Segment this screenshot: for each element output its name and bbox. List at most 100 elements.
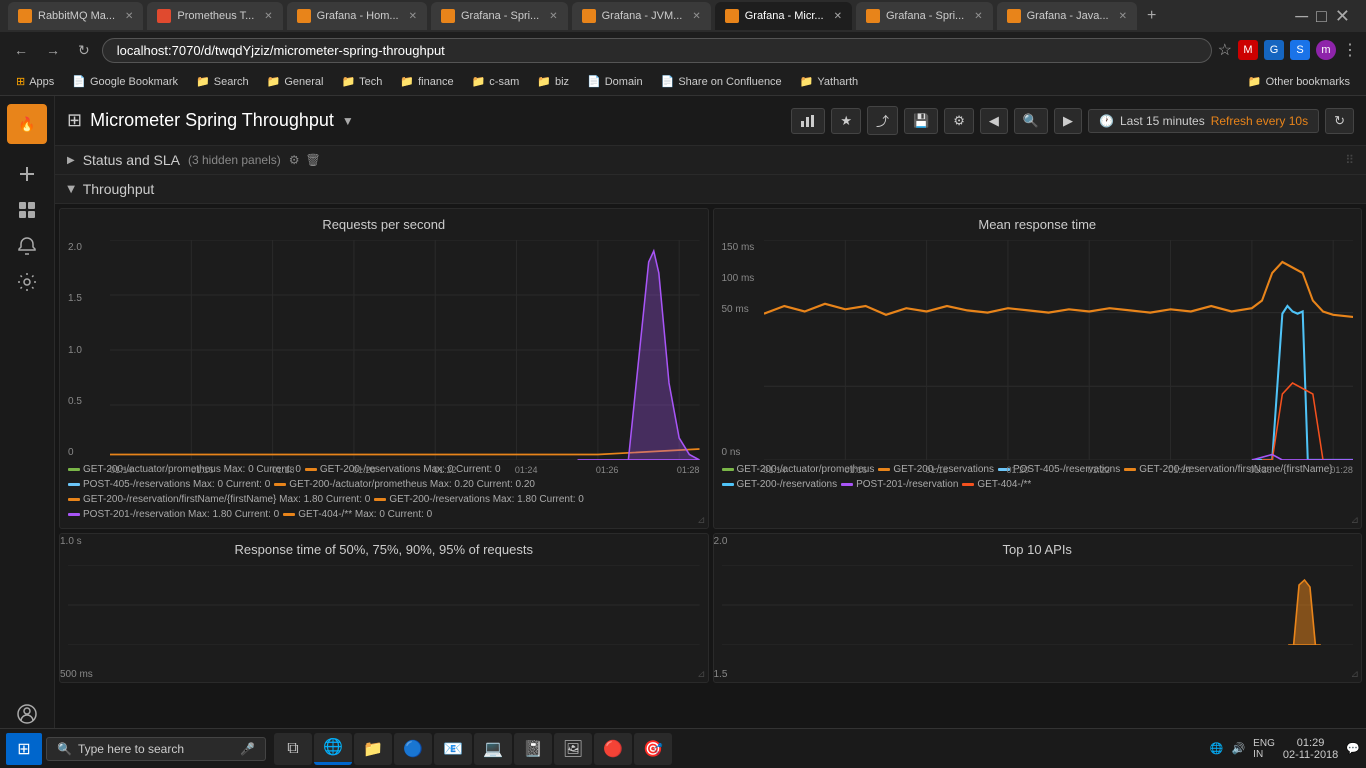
sidebar-item-settings[interactable] xyxy=(0,264,54,300)
tab-close-btn[interactable]: ✕ xyxy=(974,11,982,22)
ext-icon-1[interactable]: M xyxy=(1238,40,1258,60)
favorite-button[interactable]: ★ xyxy=(831,108,861,134)
taskbar-app-email[interactable]: 📧 xyxy=(434,733,472,765)
microphone-icon[interactable]: 🎤 xyxy=(240,742,255,756)
sidebar-item-dashboard[interactable] xyxy=(0,192,54,228)
ext-icon-3[interactable]: S xyxy=(1290,40,1310,60)
forward-button[interactable]: → xyxy=(40,40,66,60)
tab-label: Prometheus T... xyxy=(177,10,254,22)
bookmark-search[interactable]: 📁 Search xyxy=(188,73,257,90)
dashboard-dropdown-arrow[interactable]: ▼ xyxy=(342,114,354,128)
taskbar-app-app1[interactable]: 🔴 xyxy=(594,733,632,765)
share-button[interactable]: ⤴ xyxy=(867,106,898,135)
panel-resize-handle[interactable]: ⊿ xyxy=(1351,515,1359,526)
bookmark-csam[interactable]: 📁 c-sam xyxy=(464,73,528,90)
taskbar-app-photos[interactable]: 🖼 xyxy=(554,733,592,765)
chart-area-percentiles: 1.0 s 500 ms xyxy=(68,565,700,645)
new-tab-button[interactable]: + xyxy=(1141,7,1162,25)
sidebar-item-alerts[interactable] xyxy=(0,228,54,264)
taskbar-app-chrome[interactable]: 🔵 xyxy=(394,733,432,765)
tab-close-btn[interactable]: ✕ xyxy=(1119,11,1127,22)
bookmark-finance[interactable]: 📁 finance xyxy=(392,73,461,90)
star-icon[interactable]: ☆ xyxy=(1218,40,1232,60)
grafana-logo[interactable]: 🔥 xyxy=(7,104,47,144)
bookmark-google[interactable]: 📄 Google Bookmark xyxy=(64,73,186,90)
section-gear-icon[interactable]: ⚙ xyxy=(289,153,300,167)
tab-prometheus[interactable]: Prometheus T... ✕ xyxy=(147,2,282,30)
start-button[interactable]: ⊞ xyxy=(6,733,42,765)
next-time-button[interactable]: ▶ xyxy=(1054,108,1082,134)
tab-close-btn[interactable]: ✕ xyxy=(409,11,417,22)
sidebar-item-add[interactable] xyxy=(0,156,54,192)
taskbar-app-edge[interactable]: 🌐 xyxy=(314,733,352,765)
chart-area-response: 150 ms 100 ms 50 ms 0 ns xyxy=(722,240,1354,460)
panel-resize-handle[interactable]: ⊿ xyxy=(1351,669,1359,680)
panel-title: Requests per second xyxy=(68,217,700,232)
tab-close-btn[interactable]: ✕ xyxy=(834,11,842,22)
save-button[interactable]: 💾 xyxy=(904,108,938,134)
bookmark-yatharth[interactable]: 📁 Yatharth xyxy=(792,73,866,90)
reload-button[interactable]: ↻ xyxy=(72,40,96,61)
section-trash-icon[interactable]: 🗑 xyxy=(306,153,321,167)
taskbar-app-app2[interactable]: 🎯 xyxy=(634,733,672,765)
bookmark-label: Other bookmarks xyxy=(1266,76,1350,88)
menu-button[interactable]: ⋮ xyxy=(1342,40,1358,60)
bookmark-tech[interactable]: 📁 Tech xyxy=(333,73,390,90)
dashboard-grid-icon: ⊞ xyxy=(67,110,82,131)
prev-time-button[interactable]: ◀ xyxy=(980,108,1008,134)
bookmark-label: Domain xyxy=(605,76,643,88)
back-button[interactable]: ← xyxy=(8,40,34,60)
address-bar[interactable] xyxy=(102,38,1212,63)
add-panel-button[interactable] xyxy=(791,108,825,134)
chart-inner-percentiles xyxy=(68,565,700,645)
grafana-logo-icon: 🔥 xyxy=(15,112,39,136)
tab-close-btn[interactable]: ✕ xyxy=(549,11,557,22)
bookmark-other[interactable]: 📁 Other bookmarks xyxy=(1240,73,1358,90)
yatharth-folder-icon: 📁 xyxy=(800,75,814,88)
bookmark-general[interactable]: 📁 General xyxy=(259,73,332,90)
bookmark-domain[interactable]: 📄 Domain xyxy=(579,73,651,90)
time-range-selector[interactable]: 🕐 Last 15 minutes Refresh every 10s xyxy=(1088,109,1319,133)
throughput-section-header[interactable]: ▶ Throughput xyxy=(55,175,1366,204)
tab-grafana-micro-active[interactable]: Grafana - Micr... ✕ xyxy=(715,2,852,30)
tab-grafana-jvm[interactable]: Grafana - JVM... ✕ xyxy=(572,2,711,30)
percentiles-chart-svg xyxy=(68,565,700,645)
search-icon: 🔍 xyxy=(57,742,72,756)
panel-resize-handle[interactable]: ⊿ xyxy=(697,515,705,526)
taskbar-app-task-view[interactable]: ⧉ xyxy=(274,733,312,765)
taskbar-app-explorer[interactable]: 📁 xyxy=(354,733,392,765)
status-sla-section-header[interactable]: ▶ Status and SLA (3 hidden panels) ⚙ 🗑 ⠿ xyxy=(55,146,1366,175)
main-content: ⊞ Micrometer Spring Throughput ▼ ★ ⤴ 💾 ⚙… xyxy=(55,96,1366,768)
panel-resize-handle[interactable]: ⊿ xyxy=(697,669,705,680)
tab-rabbitmq[interactable]: RabbitMQ Ma... ✕ xyxy=(8,2,143,30)
profile-avatar[interactable]: m xyxy=(1316,40,1336,60)
ext-icon-2[interactable]: G xyxy=(1264,40,1284,60)
tab-grafana-java[interactable]: Grafana - Java... ✕ xyxy=(997,2,1137,30)
taskbar-app-terminal[interactable]: 💻 xyxy=(474,733,512,765)
bookmark-biz[interactable]: 📁 biz xyxy=(529,73,577,90)
bookmark-confluence[interactable]: 📄 Share on Confluence xyxy=(653,73,790,90)
maximize-button[interactable]: □ xyxy=(1316,6,1327,27)
taskbar-notification-icon[interactable]: 💬 xyxy=(1346,742,1360,755)
bookmark-label: Share on Confluence xyxy=(678,76,781,88)
tab-close-btn[interactable]: ✕ xyxy=(692,11,700,22)
tab-close-btn[interactable]: ✕ xyxy=(264,11,272,22)
tab-grafana-home[interactable]: Grafana - Hom... ✕ xyxy=(287,2,427,30)
taskbar-search-box[interactable]: 🔍 Type here to search 🎤 xyxy=(46,737,266,761)
panel-title: Response time of 50%, 75%, 90%, 95% of r… xyxy=(68,542,700,557)
taskbar-app-onenote[interactable]: 📓 xyxy=(514,733,552,765)
tab-grafana-sp2[interactable]: Grafana - Spri... ✕ xyxy=(856,2,993,30)
tab-favicon xyxy=(582,9,596,23)
refresh-now-button[interactable]: ↻ xyxy=(1325,108,1354,134)
bookmark-label: Yatharth xyxy=(817,76,858,88)
tab-grafana-spring[interactable]: Grafana - Spri... ✕ xyxy=(431,2,568,30)
sidebar-item-user[interactable] xyxy=(0,696,54,732)
settings-button[interactable]: ⚙ xyxy=(944,108,974,134)
tab-label: Grafana - Micr... xyxy=(745,10,824,22)
close-button[interactable]: ✕ xyxy=(1335,6,1350,27)
bookmark-label: Apps xyxy=(29,76,54,88)
zoom-button[interactable]: 🔍 xyxy=(1014,108,1048,134)
bookmark-apps[interactable]: ⊞ Apps xyxy=(8,73,62,90)
minimize-button[interactable]: ─ xyxy=(1295,6,1308,27)
tab-close-btn[interactable]: ✕ xyxy=(125,11,133,22)
